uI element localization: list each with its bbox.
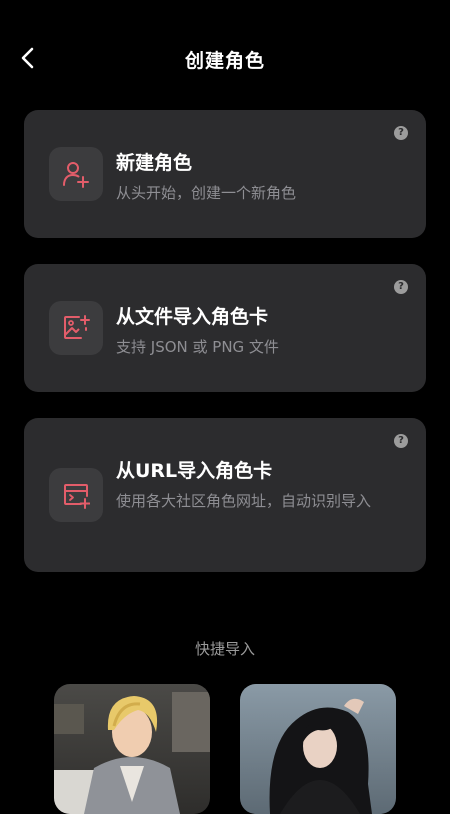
card-title: 从文件导入角色卡 [116,306,269,328]
window-add-icon [64,484,90,509]
card-title: 新建角色 [116,152,193,174]
add-person-icon [63,162,89,188]
import-file-icon-box [49,301,103,355]
card-title: 从URL导入角色卡 [116,460,273,482]
character-portrait-image [240,684,396,814]
import-file-card[interactable]: ? 从文件导入角色卡 支持 JSON 或 PNG 文件 [24,264,426,392]
help-icon[interactable]: ? [394,126,408,140]
import-url-icon-box [49,468,103,522]
page-title: 创建角色 [184,50,265,72]
help-icon[interactable]: ? [394,434,408,448]
image-add-icon [64,315,90,339]
quick-import-character-1[interactable] [54,684,210,814]
card-description: 从头开始，创建一个新角色 [116,184,297,202]
header: 创建角色 [0,0,450,116]
quick-import-character-2[interactable] [240,684,396,814]
import-url-card[interactable]: ? 从URL导入角色卡 使用各大社区角色网址，自动识别导入 [24,418,426,572]
card-description: 支持 JSON 或 PNG 文件 [116,338,279,356]
character-portrait-image [54,684,210,814]
quick-import-label: 快捷导入 [194,640,255,658]
card-description: 使用各大社区角色网址，自动识别导入 [116,492,372,510]
new-character-card[interactable]: ? 新建角色 从头开始，创建一个新角色 [24,110,426,238]
new-character-icon-box [49,147,103,201]
help-icon[interactable]: ? [394,280,408,294]
